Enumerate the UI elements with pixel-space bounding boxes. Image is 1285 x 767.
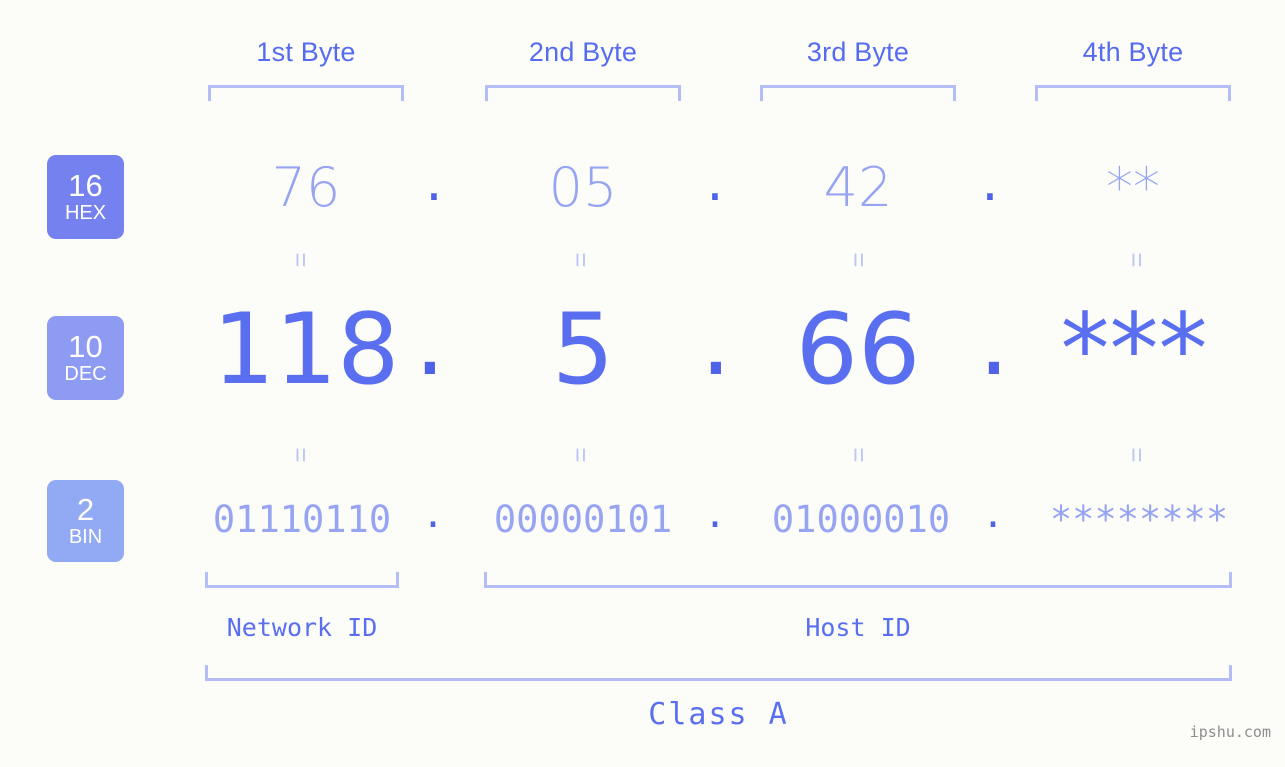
ip-address-breakdown-diagram: 1st Byte 2nd Byte 3rd Byte 4th Byte 16 H… — [0, 0, 1285, 767]
dec-separator-3: . — [978, 284, 1010, 398]
byte-header-label-1: 1st Byte — [256, 37, 356, 67]
base-badge-hex[interactable]: 16 HEX — [47, 155, 124, 239]
host-id-bracket — [484, 572, 1232, 588]
base-badge-hex-number: 16 — [68, 168, 103, 203]
bin-separator-1: . — [421, 493, 445, 536]
dec-octet-4: *** — [1060, 293, 1208, 407]
bin-separator-2: . — [703, 493, 727, 536]
byte-bracket-top-1 — [208, 85, 404, 101]
bin-octet-4: ******** — [1049, 498, 1229, 541]
class-label: Class A — [648, 697, 789, 732]
bin-separator-3: . — [981, 493, 1005, 536]
equals-hex-dec-3: = — [844, 252, 874, 268]
byte-header-label-2: 2nd Byte — [528, 37, 638, 67]
dec-separator-1: . — [414, 284, 446, 398]
class-bracket — [205, 665, 1232, 681]
network-id-bracket — [205, 572, 399, 588]
hex-separator-3: . — [981, 150, 999, 213]
base-badge-dec-number: 10 — [68, 329, 103, 364]
site-watermark: ipshu.com — [1189, 723, 1271, 741]
byte-header-label-3: 3rd Byte — [806, 37, 910, 67]
base-badge-bin-number: 2 — [76, 492, 95, 527]
equals-dec-bin-4: = — [1122, 447, 1152, 463]
dec-separator-2: . — [700, 284, 732, 398]
dec-octet-3: 66 — [795, 293, 921, 407]
base-badge-bin-abbr: BIN — [68, 526, 103, 548]
byte-bracket-top-2 — [485, 85, 681, 101]
bin-octet-1: 01110110 — [212, 498, 392, 541]
hex-separator-2: . — [706, 150, 724, 213]
bin-octet-2: 00000101 — [493, 498, 673, 541]
hex-separator-1: . — [425, 150, 443, 213]
byte-bracket-top-4 — [1035, 85, 1231, 101]
equals-dec-bin-3: = — [844, 447, 874, 463]
equals-hex-dec-1: = — [286, 252, 316, 268]
hex-octet-3: 42 — [823, 156, 893, 219]
hex-octet-4: ** — [1106, 156, 1160, 219]
host-id-label: Host ID — [805, 613, 911, 642]
bin-octet-3: 01000010 — [771, 498, 951, 541]
base-badge-dec-abbr: DEC — [64, 363, 107, 385]
dec-octet-1: 118 — [212, 293, 400, 407]
equals-dec-bin-1: = — [286, 447, 316, 463]
hex-octet-1: 76 — [271, 156, 341, 219]
network-id-label: Network ID — [226, 613, 378, 642]
hex-octet-2: 05 — [548, 156, 618, 219]
base-badge-hex-abbr: HEX — [64, 202, 107, 224]
equals-hex-dec-2: = — [566, 252, 596, 268]
byte-header-label-4: 4th Byte — [1082, 37, 1184, 67]
equals-dec-bin-2: = — [566, 447, 596, 463]
byte-bracket-top-3 — [760, 85, 956, 101]
base-badge-bin[interactable]: 2 BIN — [47, 480, 124, 562]
equals-hex-dec-4: = — [1122, 252, 1152, 268]
dec-octet-2: 5 — [551, 293, 615, 407]
base-badge-dec[interactable]: 10 DEC — [47, 316, 124, 400]
